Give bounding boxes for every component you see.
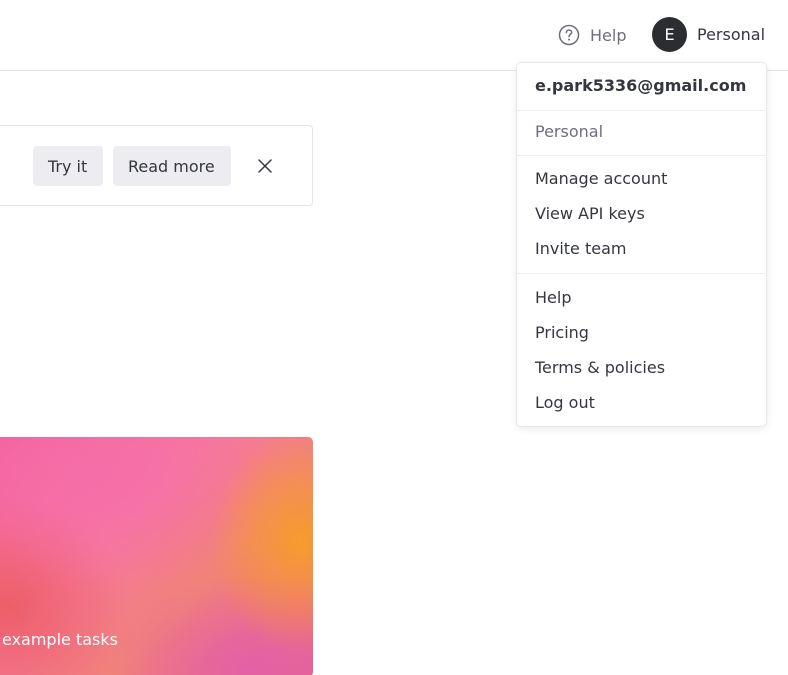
example-tasks-label: example tasks: [2, 630, 118, 649]
example-tasks-card[interactable]: example tasks: [0, 437, 313, 675]
question-circle-icon: [558, 24, 580, 46]
top-bar: Help E Personal: [0, 0, 788, 71]
avatar: E: [652, 16, 687, 52]
menu-item-invite-team[interactable]: Invite team: [535, 239, 626, 258]
menu-divider: [517, 273, 766, 274]
account-label: Personal: [697, 24, 766, 44]
menu-item-log-out[interactable]: Log out: [535, 393, 595, 412]
account-email: e.park5336@gmail.com: [535, 76, 747, 95]
help-link[interactable]: Help: [558, 22, 626, 48]
help-label: Help: [590, 25, 627, 45]
read-more-button[interactable]: Read more: [113, 146, 231, 186]
announcement-banner: Try it Read more: [0, 125, 313, 206]
account-dropdown-menu: e.park5336@gmail.com Personal Manage acc…: [516, 62, 767, 427]
try-it-button[interactable]: Try it: [33, 146, 103, 186]
menu-divider: [517, 155, 766, 156]
menu-item-help[interactable]: Help: [535, 288, 571, 307]
menu-item-pricing[interactable]: Pricing: [535, 323, 589, 342]
close-icon[interactable]: [255, 156, 275, 176]
app-root: Help E Personal Try it Read more example…: [0, 0, 788, 675]
menu-divider: [517, 110, 766, 111]
menu-item-view-api-keys[interactable]: View API keys: [535, 204, 645, 223]
menu-item-terms-policies[interactable]: Terms & policies: [535, 358, 665, 377]
account-menu-button[interactable]: E Personal: [652, 16, 766, 52]
menu-item-manage-account[interactable]: Manage account: [535, 169, 667, 188]
organization-name[interactable]: Personal: [535, 122, 603, 141]
